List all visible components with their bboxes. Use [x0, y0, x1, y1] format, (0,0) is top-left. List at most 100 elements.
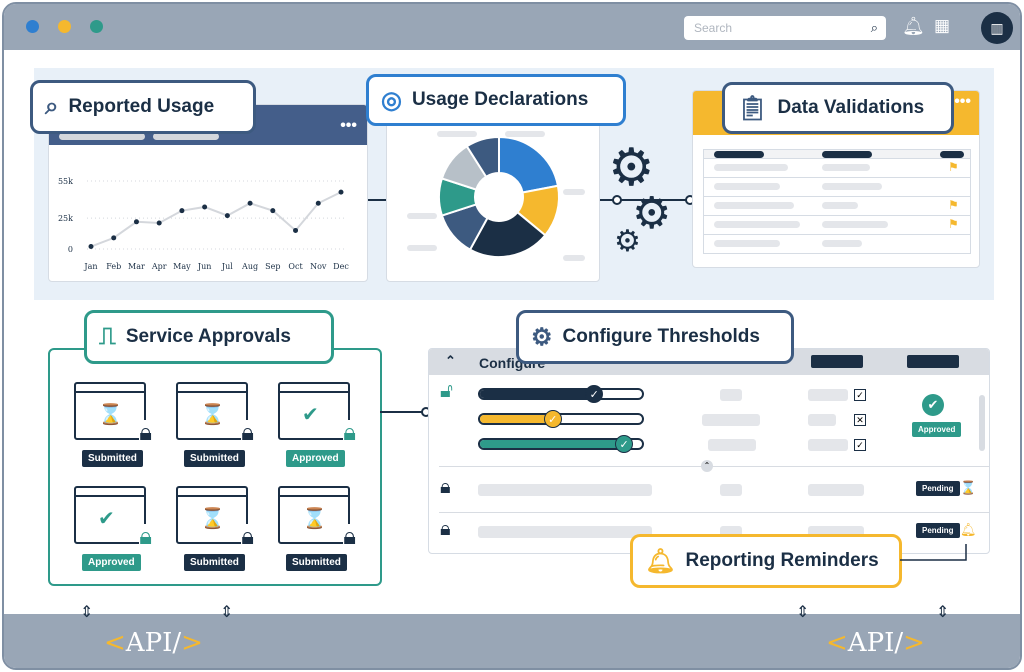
x-tick-label: Jul: [221, 262, 233, 271]
x-tick-label: Dec: [333, 262, 349, 271]
search-placeholder: Search: [694, 21, 733, 35]
status-badge: Submitted: [184, 554, 245, 571]
slider-handle[interactable]: ✓: [543, 410, 562, 428]
more-icon[interactable]: •••: [340, 117, 357, 135]
x-tick-label: Aug: [241, 262, 258, 271]
threshold-slider[interactable]: [478, 388, 644, 400]
table-row: ⚑: [703, 216, 971, 235]
building-icon[interactable]: ▥: [981, 12, 1013, 44]
y-tick-label: 0: [68, 245, 73, 254]
top-bar: Search ⌕ 🔔︎ ▦ ▥: [4, 4, 1020, 50]
check-circle-icon: ✔: [98, 508, 115, 530]
thresholds-table: ⌃ Configure ⌃: [428, 348, 990, 554]
x-tick-label: Jan: [83, 262, 97, 271]
search-input[interactable]: Search ⌕: [684, 16, 886, 40]
data-point: [338, 189, 344, 195]
gear-icon: ⚙: [614, 225, 641, 258]
clipboard-search-icon: 📋︎: [737, 94, 768, 122]
status-badge: Pending: [916, 481, 960, 496]
x-tick-label: Nov: [310, 262, 327, 271]
lock-icon: 🔒︎: [440, 518, 451, 540]
magnifier-analytics-icon: ⌕: [45, 93, 59, 120]
api-label-left: <API/>: [104, 628, 203, 658]
configure-thresholds-label: ⚙ Configure Thresholds: [516, 310, 794, 364]
service-approvals-label: ⎍ Service Approvals: [84, 310, 334, 364]
data-point: [224, 213, 230, 219]
table-row: [703, 235, 971, 254]
window-dot-teal[interactable]: [90, 20, 103, 33]
y-tick-label: 25k: [58, 214, 73, 223]
data-point: [270, 208, 276, 214]
approval-window[interactable]: ✔ 🔒︎: [278, 382, 356, 446]
data-point: [111, 235, 117, 241]
approval-window[interactable]: ⌛ 🔒︎: [74, 382, 152, 446]
data-point: [156, 220, 162, 226]
approval-window[interactable]: ✔ 🔒︎: [74, 486, 152, 550]
table-row: ⚑: [703, 197, 971, 216]
hourglass-icon: ⌛: [200, 508, 225, 530]
label-text: Configure Thresholds: [562, 326, 760, 347]
label-text: Usage Declarations: [411, 89, 589, 110]
usage-line-chart: 0 25k 55k Jan Feb Mar Apr May Jun Jul Aug Sep Oct Nov…: [58, 177, 349, 271]
status-badge: Approved: [286, 450, 345, 467]
window-dot-blue[interactable]: [26, 20, 39, 33]
approval-window[interactable]: ⌛ 🔒︎: [176, 486, 254, 550]
check-circle-icon: ✔: [302, 404, 319, 426]
reported-usage-label: ⌕ Reported Usage: [30, 80, 256, 134]
unlocked-icon: 🔓︎: [440, 380, 453, 402]
status-badge: Approved: [912, 422, 962, 437]
trend-circle-icon: ◎: [381, 86, 402, 114]
x-tick-label: Apr: [151, 262, 167, 271]
lock-icon: 🔒︎: [241, 419, 254, 446]
alarm-bell-icon: 🔔︎: [960, 522, 977, 537]
app-window: Search ⌕ 🔔︎ ▦ ▥ ••• 0 25k 55k Jan Feb Mar Apr Ma…: [2, 2, 1022, 670]
data-validations-label: 📋︎ Data Validations: [722, 82, 954, 134]
data-point: [293, 227, 299, 233]
status-badge: Pending: [916, 523, 960, 538]
approval-window[interactable]: ⌛ 🔒︎: [278, 486, 356, 550]
stamp-icon: ⎍: [99, 323, 116, 350]
approval-window[interactable]: ⌛ 🔒︎: [176, 382, 254, 446]
table-row: ⚑: [703, 159, 971, 178]
status-badge: Approved: [82, 554, 141, 571]
x-tick-label: Oct: [288, 262, 303, 271]
label-text: Service Approvals: [125, 326, 291, 347]
usage-declarations-label: ◎ Usage Declarations: [366, 74, 626, 126]
hourglass-icon: ⌛: [98, 404, 123, 426]
hourglass-icon: ⌛: [200, 404, 225, 426]
bell-icon[interactable]: 🔔︎: [902, 16, 925, 37]
calendar-icon[interactable]: ▦: [934, 16, 950, 36]
sync-arrow-icon: ⇕: [796, 604, 810, 621]
sync-arrow-icon: ⇕: [936, 604, 950, 621]
check-circle-icon: ✔: [922, 394, 944, 416]
flag-icon: ⚑: [948, 217, 959, 231]
window-dot-yellow[interactable]: [58, 20, 71, 33]
label-text: Data Validations: [777, 97, 925, 118]
x-tick-label: Mar: [128, 262, 145, 271]
table-row: [703, 178, 971, 197]
sync-arrow-icon: ⇕: [220, 604, 234, 621]
lock-icon: 🔒︎: [440, 476, 451, 498]
more-icon[interactable]: •••: [954, 93, 971, 111]
data-point: [179, 208, 185, 214]
series-line: [90, 191, 342, 248]
scrollbar[interactable]: [979, 395, 985, 451]
hourglass-icon: ⌛: [960, 480, 977, 495]
y-tick-label: 55k: [58, 177, 73, 186]
slider-handle[interactable]: ✓: [615, 435, 634, 453]
alarm-bell-icon: 🔔︎: [645, 547, 676, 575]
search-icon[interactable]: ⌕: [871, 20, 878, 36]
lock-icon: 🔒︎: [343, 523, 356, 550]
reporting-reminders-label: 🔔︎ Reporting Reminders: [630, 534, 902, 588]
flag-icon: ⚑: [948, 160, 959, 174]
checkbox[interactable]: ✓: [854, 439, 866, 451]
unlocked-icon: 🔒︎: [139, 523, 152, 550]
hourglass-icon: ⌛: [302, 508, 327, 530]
label-text: Reporting Reminders: [685, 550, 879, 571]
expand-toggle[interactable]: ⌃: [701, 460, 713, 472]
collapse-chevron-icon[interactable]: ⌃: [445, 353, 456, 369]
checkbox[interactable]: ✓: [854, 389, 866, 401]
label-text: Reported Usage: [68, 96, 215, 117]
data-point: [247, 200, 253, 206]
checkbox[interactable]: ✕: [854, 414, 866, 426]
